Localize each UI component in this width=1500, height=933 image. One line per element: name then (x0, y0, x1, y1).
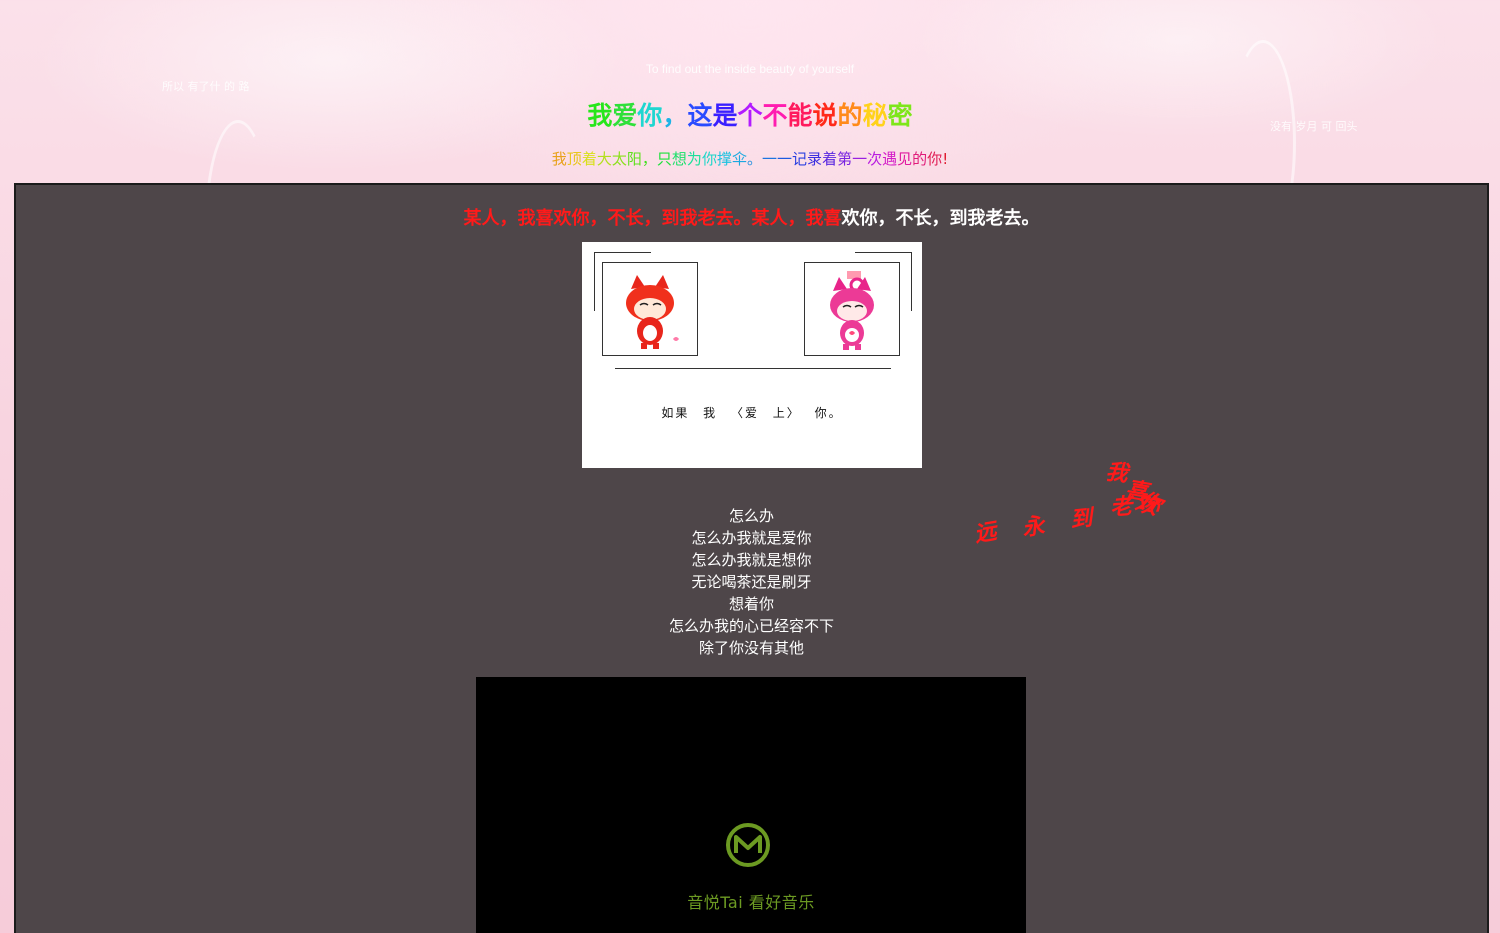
subtitle-char: 阳 (626, 150, 642, 168)
title-char: 是 (712, 101, 738, 130)
lyric-line: 怎么办我就是爱你 (691, 529, 812, 547)
subtitle-char: ! (942, 150, 949, 168)
floating-char: 到 (1069, 505, 1094, 534)
subtitle-char: 一 (777, 150, 793, 168)
lyric-line: 怎么办 (728, 507, 774, 525)
subtitle-char: 为 (686, 150, 702, 168)
subtitle-char: 一 (852, 150, 868, 168)
title-char: 说 (812, 101, 838, 130)
subtitle-char: 大 (596, 150, 612, 168)
subtitle-char: 的 (912, 150, 928, 168)
floating-char: 永 (1020, 513, 1046, 542)
lyric-line: 无论喝茶还是刷牙 (691, 573, 812, 591)
lyric-line: 怎么办我就是想你 (691, 551, 812, 569)
lyric-line: 除了你没有其他 (698, 639, 804, 657)
title-char: 你 (637, 101, 663, 130)
subtitle-char: 撑 (716, 150, 732, 168)
pink-fox-icon (830, 271, 874, 350)
title-char: 能 (787, 101, 813, 130)
title-char: ， (662, 101, 688, 130)
lyric-line: 想着你 (728, 595, 774, 613)
subtitle-char: 着 (581, 150, 597, 168)
subtitle-char: 。 (746, 150, 762, 168)
subtitle-char: 第 (837, 150, 853, 168)
subtitle-char: 伞 (731, 150, 747, 168)
lyric-line: 怎么办我的心已经容不下 (668, 617, 834, 635)
subtitle-char: 我 (551, 150, 567, 168)
song-lyrics: 怎么办怎么办我就是爱你 怎么办我就是想你 无论喝茶还是刷牙 想着你怎么办我的心已经容不… (16, 505, 1487, 659)
subtitle-char: 想 (671, 150, 687, 168)
title-char: 这 (687, 101, 713, 130)
subtitle-char: 遇 (882, 150, 898, 168)
subtitle-char: 只 (656, 150, 672, 168)
content-panel: 某人，我喜欢你，不长，到我老去。某人，我喜欢你，不长，到我老去。 如果 我 〈爱… (14, 183, 1489, 933)
subtitle-char: 你 (927, 150, 943, 168)
red-fox-picture (602, 262, 698, 356)
subtitle-char: ， (641, 150, 657, 168)
subtitle-char: 一 (762, 150, 778, 168)
pink-fox-picture (804, 262, 900, 356)
side-text-left: 所以 有了什 的 路 (162, 80, 250, 93)
marquee-red-text: 某人，我喜欢你，不长，到我老去。某人，我喜 (463, 208, 842, 229)
subtitle-char: 录 (807, 150, 823, 168)
card-divider (615, 368, 891, 369)
title-char: 密 (887, 101, 913, 130)
card-caption: 如果 我 〈爱 上〉 你。 (661, 406, 843, 420)
video-brand-text: 音悦Tai 看好音乐 (687, 893, 815, 912)
title-char: 不 (762, 101, 788, 130)
subtitle-char: 顶 (566, 150, 582, 168)
subtitle-char: 着 (822, 150, 838, 168)
page-title: 我爱你，这是个不能说的秘密 (0, 96, 1500, 132)
title-char: 我 (587, 101, 613, 130)
title-char: 个 (737, 101, 763, 130)
yinyuetai-logo-icon (726, 823, 770, 867)
scrolling-marquee: 某人，我喜欢你，不长，到我老去。某人，我喜欢你，不长，到我老去。 (16, 204, 1487, 230)
title-char: 爱 (612, 101, 638, 130)
love-card-image: 如果 我 〈爱 上〉 你。 (582, 242, 922, 468)
title-char: 秘 (862, 101, 888, 130)
subtitle-char: 你 (701, 150, 717, 168)
title-char: 的 (837, 101, 863, 130)
marquee-white-text: 欢你，不长，到我老去。 (841, 208, 1040, 229)
subtitle-char: 见 (897, 150, 913, 168)
subtitle-char: 记 (792, 150, 808, 168)
subtitle-char: 次 (867, 150, 883, 168)
english-tagline: To find out the inside beauty of yoursel… (645, 62, 855, 76)
video-player[interactable]: 音悦Tai 看好音乐 (476, 677, 1026, 933)
red-fox-icon (626, 275, 679, 349)
subtitle-char: 太 (611, 150, 627, 168)
page-subtitle: 我顶着大太阳，只想为你撑伞。一一记录着第一次遇见的你! (0, 148, 1500, 169)
